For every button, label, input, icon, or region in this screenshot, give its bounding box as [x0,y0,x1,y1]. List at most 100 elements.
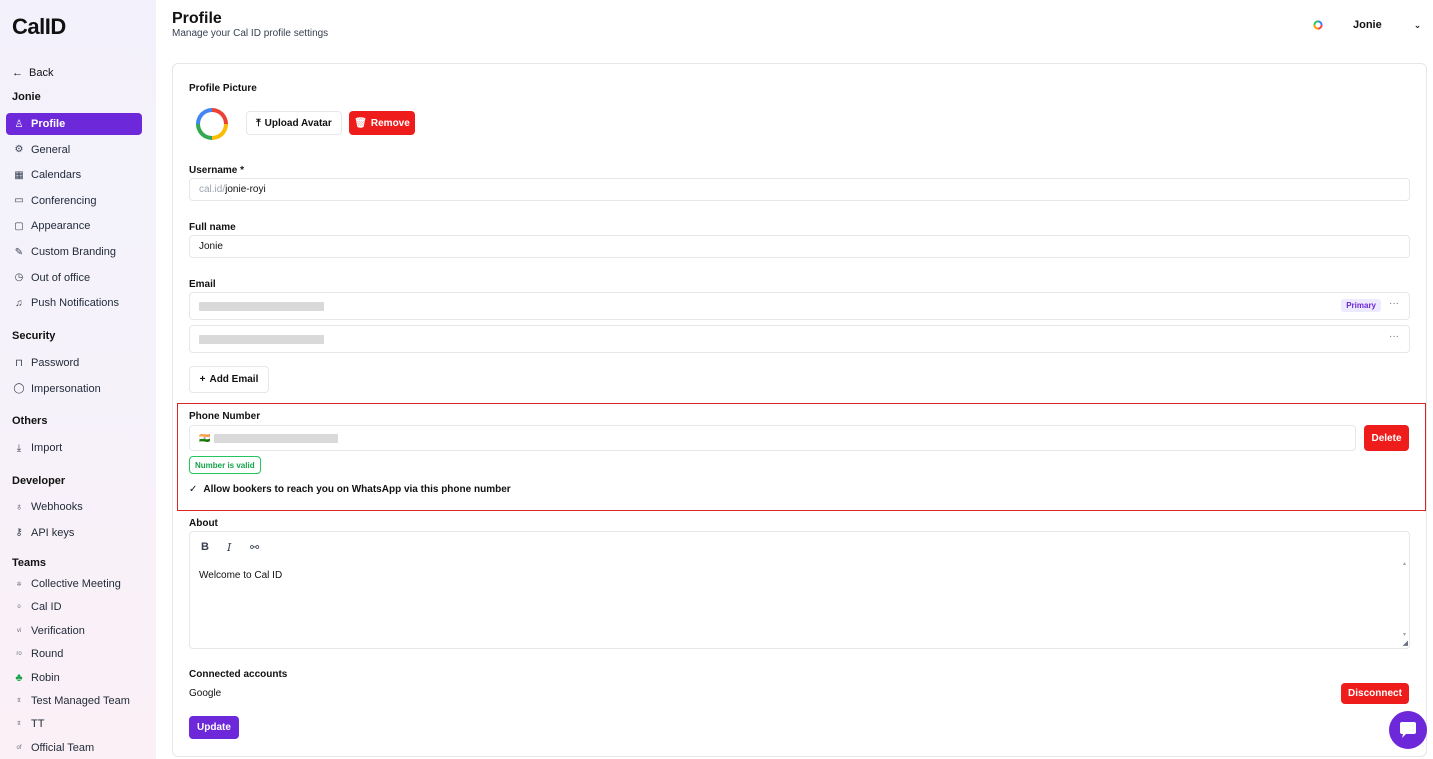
sidebar-item-label: Round [31,648,64,661]
italic-icon[interactable]: I [227,541,231,554]
chat-icon [1400,722,1416,738]
sidebar-team-cal-id[interactable]: o Cal ID [6,596,142,618]
gear-icon: ⚙ [14,144,24,156]
sidebar-heading-security: Security [12,330,56,342]
primary-badge: Primary [1341,299,1381,312]
team-round-icon: ro [16,651,22,658]
email-row-secondary[interactable]: ··· [189,325,1410,353]
webhook-icon: ♁ [15,501,23,513]
chevron-down-icon: ⌄ [1413,19,1422,30]
number-valid-badge: Number is valid [189,456,261,474]
sidebar-team-collective-meeting[interactable]: ✲ Collective Meeting [6,573,142,595]
sidebar-item-general[interactable]: ⚙ General [6,139,142,161]
about-label: About [189,518,218,529]
calendar-icon: ▦ [14,169,24,181]
sidebar-team-official-team[interactable]: of Official Team [6,737,142,759]
upload-avatar-button[interactable]: ⤒ Upload Avatar [246,111,342,135]
india-flag-icon[interactable]: 🇮🇳 [199,433,210,444]
plus-icon: + [199,374,206,385]
brush-icon: ✎ [14,246,24,258]
email-row-primary[interactable]: Primary ··· [189,292,1410,320]
connected-provider: Google [189,688,222,699]
delete-phone-button[interactable]: Delete [1364,425,1409,451]
sidebar-item-label: Import [31,442,63,454]
download-icon: ⤓ [16,442,22,454]
phone-label: Phone Number [189,411,261,422]
sidebar-item-out-of-office[interactable]: ◷ Out of office [6,267,142,289]
team-robin-icon: ♣ [15,671,23,684]
update-button[interactable]: Update [189,716,239,739]
sidebar-team-tt[interactable]: tt TT [6,713,142,735]
username-input[interactable]: cal.id/ jonie-royi [189,178,1410,201]
sidebar-item-label: Conferencing [31,194,97,207]
trash-icon: 🗑 [354,117,367,129]
sidebar-item-label: Robin [31,671,60,684]
sidebar-team-robin[interactable]: ♣ Robin [6,667,142,689]
sidebar-item-push-notifications[interactable]: ♫ Push Notifications [6,292,142,314]
scroll-up-icon[interactable]: ▴ [1403,560,1406,567]
scroll-down-icon[interactable]: ▾ [1403,631,1406,638]
team-official-icon: of [16,744,22,751]
sidebar-team-test-managed-team[interactable]: tt Test Managed Team [6,690,142,712]
sidebar-item-label: Custom Branding [31,246,116,258]
team-verification-icon: vi [16,627,22,634]
user-avatar [1313,20,1323,30]
link-icon[interactable]: ⚯ [250,541,259,554]
sidebar-item-profile[interactable]: ♙ Profile [6,113,142,135]
whatsapp-checkbox[interactable]: ✓ Allow bookers to reach you on WhatsApp… [189,484,511,495]
chat-support-button[interactable] [1389,711,1427,749]
video-icon: ▭ [14,195,24,207]
sidebar-item-label: Calendars [31,169,82,182]
disconnect-button[interactable]: Disconnect [1341,683,1409,704]
add-email-button[interactable]: + Add Email [189,366,269,393]
sidebar-item-calendars[interactable]: ▦ Calendars [6,164,142,186]
arrow-left-icon: ← [12,67,23,79]
sidebar-item-api-keys[interactable]: ⚷ API keys [6,522,142,544]
sidebar-item-appearance[interactable]: ▢ Appearance [6,215,142,237]
sidebar-item-webhooks[interactable]: ♁ Webhooks [6,496,142,518]
user-icon: ♙ [14,118,24,130]
more-options-icon[interactable]: ··· [1389,331,1399,342]
redacted-email [199,334,324,344]
sidebar-item-label: Webhooks [31,501,83,513]
sidebar-item-label: Collective Meeting [31,578,121,590]
user-menu[interactable]: Jonie ⌄ [1313,19,1421,31]
username-label: Username * [189,165,245,176]
sidebar: CalID ← Back Jonie ♙ Profile ⚙ General ▦ Cale… [0,0,156,759]
redacted-phone [214,433,339,443]
about-text[interactable]: Welcome to Cal ID [199,570,282,581]
username-value: jonie-royi [225,184,266,195]
sidebar-item-password[interactable]: ⊓ Password [6,352,142,374]
profile-avatar [196,108,228,140]
sidebar-team-verification[interactable]: vi Verification [6,620,142,642]
sidebar-item-label: Impersonation [31,382,101,395]
back-link[interactable]: ← Back [12,67,53,79]
sidebar-team-round[interactable]: ro Round [6,643,142,665]
sidebar-heading-teams: Teams [12,557,47,569]
fullname-input[interactable]: Jonie [189,235,1410,258]
sidebar-item-label: Appearance [31,220,91,233]
remove-avatar-button[interactable]: 🗑 Remove [349,111,415,135]
resize-handle-icon[interactable]: ◢ [1403,639,1408,647]
email-label: Email [189,279,216,290]
team-tt-icon: tt [17,721,21,728]
sidebar-item-impersonation[interactable]: ◯ Impersonation [6,378,142,400]
sidebar-item-label: Profile [31,118,66,130]
clock-icon: ◷ [14,272,24,284]
sidebar-item-import[interactable]: ⤓ Import [6,437,142,459]
team-calid-icon: o [17,604,21,611]
connected-accounts-label: Connected accounts [189,669,288,680]
sidebar-item-custom-branding[interactable]: ✎ Custom Branding [6,241,142,263]
phone-input[interactable]: 🇮🇳 [189,425,1356,451]
user-name: Jonie [1353,19,1382,31]
profile-picture-label: Profile Picture [189,83,257,94]
bold-icon[interactable]: B [201,541,209,553]
key-icon: ⚷ [15,527,23,539]
lock-icon: ⊓ [15,357,23,369]
check-icon: ✓ [189,484,198,495]
sidebar-item-conferencing[interactable]: ▭ Conferencing [6,190,142,212]
about-editor[interactable]: B I ⚯ Welcome to Cal ID ▴ ▾ ◢ [189,531,1410,649]
sidebar-item-label: API keys [31,526,75,539]
app-logo: CalID [12,14,66,39]
more-options-icon[interactable]: ··· [1389,298,1399,309]
